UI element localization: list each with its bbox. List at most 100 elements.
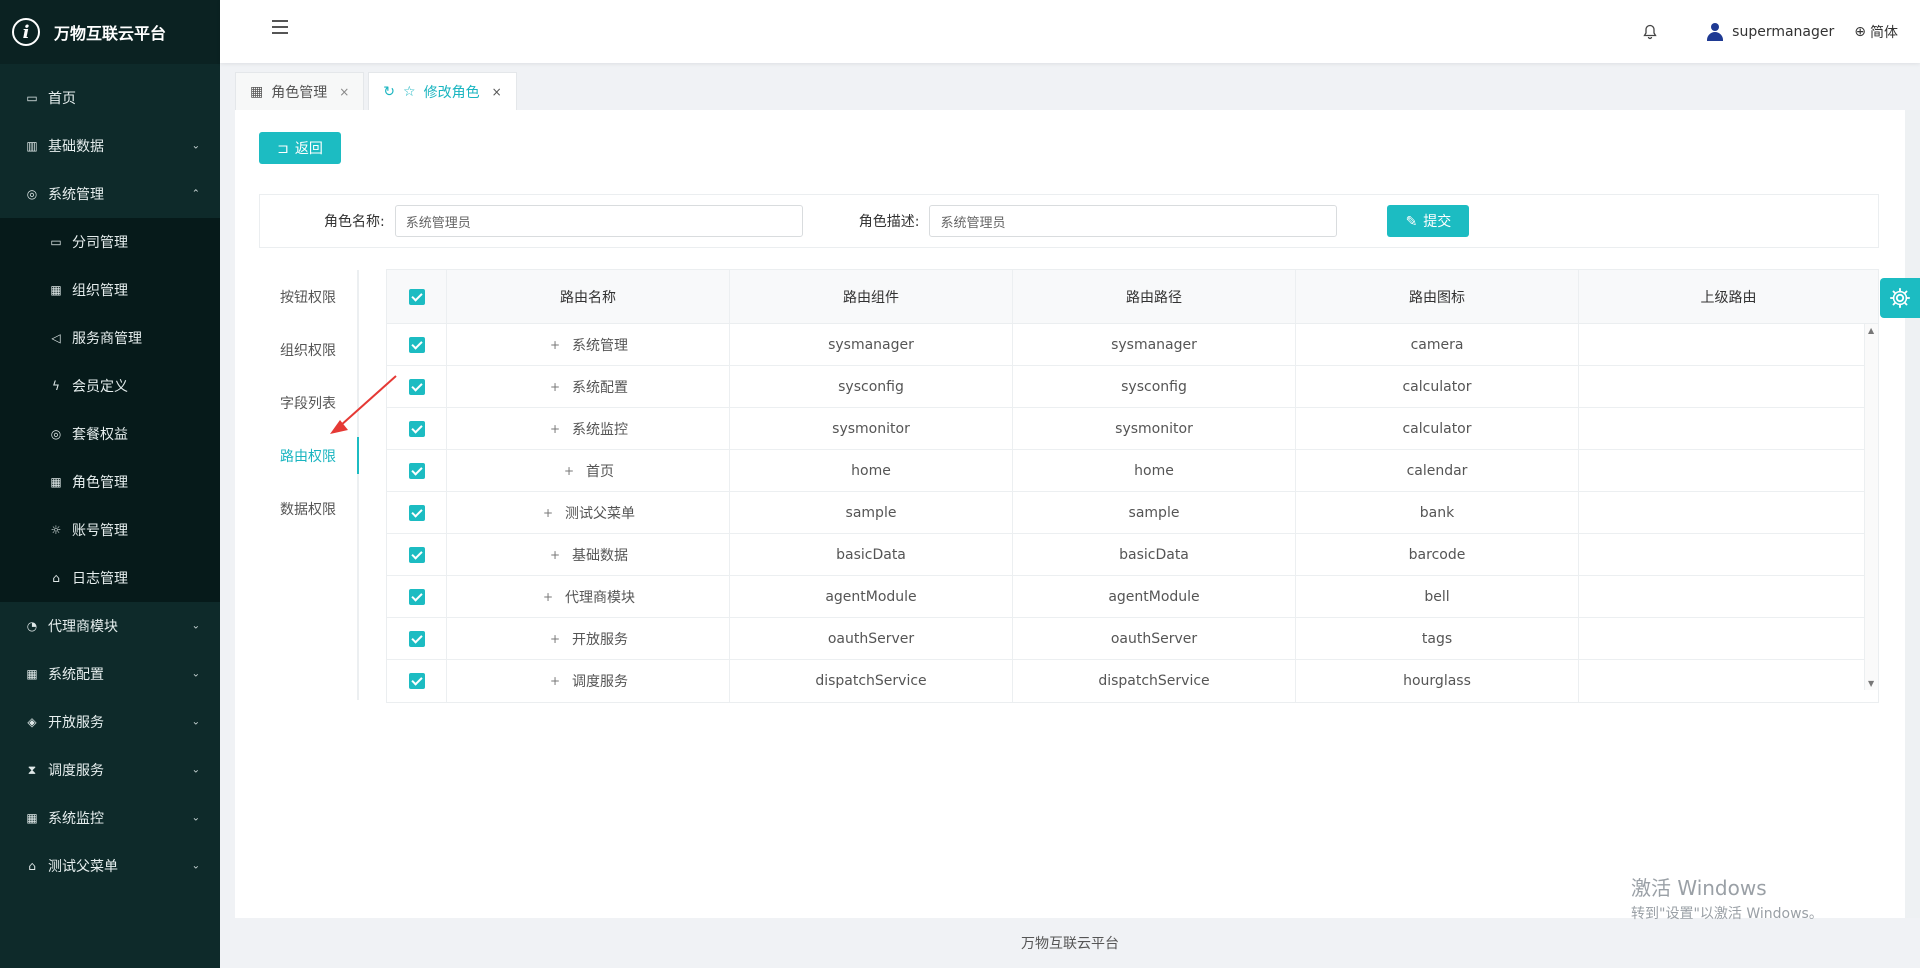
expand-icon[interactable]: + — [548, 380, 562, 394]
sidebar-item-dispatch[interactable]: ⧗ 调度服务 ⌄ — [0, 746, 220, 794]
footer-text: 万物互联云平台 — [1021, 936, 1119, 952]
menu-collapse-icon[interactable] — [268, 20, 290, 40]
route-component: dispatchService — [730, 660, 1013, 702]
row-checkbox[interactable] — [408, 420, 425, 437]
sidebar-item-label: 代理商模块 — [48, 619, 118, 635]
route-parent — [1579, 660, 1864, 702]
table-row[interactable]: + 首页 home home calendar — [387, 450, 1864, 492]
camera-icon: ◎ — [50, 427, 62, 441]
edit-icon: ✎ — [1405, 212, 1418, 229]
sidebar-item-provider[interactable]: ◁ 服务商管理 — [0, 314, 220, 362]
sidebar-item-agent[interactable]: ◔ 代理商模块 ⌄ — [0, 602, 220, 650]
scroll-up-icon[interactable]: ▲ — [1868, 326, 1874, 335]
select-all-cell — [387, 270, 447, 323]
row-checkbox[interactable] — [408, 673, 425, 689]
sidebar-item-label: 会员定义 — [72, 379, 128, 395]
submit-button-label: 提交 — [1423, 213, 1452, 229]
table-row[interactable]: + 测试父菜单 sample sample bank — [387, 492, 1864, 534]
chevron-down-icon: ⌄ — [191, 620, 200, 632]
table-row[interactable]: + 系统配置 sysconfig sysconfig calculator — [387, 366, 1864, 408]
row-checkbox[interactable] — [408, 588, 425, 605]
submit-button[interactable]: ✎ 提交 — [1387, 205, 1470, 237]
route-path: home — [1013, 450, 1296, 491]
sidebar-item-package[interactable]: ◎ 套餐权益 — [0, 410, 220, 458]
chevron-up-icon: ⌃ — [191, 188, 200, 200]
role-name-input[interactable]: 系统管理员 — [394, 205, 803, 237]
row-checkbox[interactable] — [408, 378, 425, 395]
annotation-arrow — [330, 375, 397, 434]
table-row[interactable]: + 开放服务 oauthServer oauthServer tags — [387, 618, 1864, 660]
route-component: basicData — [730, 534, 1013, 575]
tab-edit-role[interactable]: ↻ ☆ 修改角色 × — [368, 72, 517, 110]
table-row[interactable]: + 系统管理 sysmanager sysmanager camera — [387, 324, 1864, 366]
chevron-down-icon: ⌄ — [191, 764, 200, 776]
calculator-icon: ▦ — [26, 811, 38, 825]
table-scrollbar[interactable]: ▲ ▼ — [1864, 324, 1878, 690]
sidebar-item-system-management[interactable]: ◎ 系统管理 ⌃ — [0, 170, 220, 218]
tab-organization-permission[interactable]: 组织权限 — [259, 323, 357, 376]
route-name: 首页 — [586, 463, 614, 480]
language-switch[interactable]: ⊕ 简体 — [1854, 22, 1898, 42]
sidebar-item-label: 系统配置 — [48, 667, 104, 683]
sidebar-item-member[interactable]: ϟ 会员定义 — [0, 362, 220, 410]
route-name-cell: + 系统监控 — [447, 408, 730, 449]
expand-icon[interactable]: + — [548, 338, 562, 352]
sidebar-item-role[interactable]: ▦ 角色管理 — [0, 458, 220, 506]
bug-icon: ☼ — [50, 523, 62, 537]
table-row[interactable]: + 调度服务 dispatchService dispatchService ho… — [387, 660, 1864, 702]
expand-icon[interactable]: + — [541, 506, 555, 520]
close-icon[interactable]: × — [339, 85, 349, 99]
hourglass-icon: ⧗ — [27, 762, 37, 777]
settings-gear-icon[interactable] — [1880, 278, 1920, 318]
expand-icon[interactable]: + — [548, 548, 562, 562]
scroll-down-icon[interactable]: ▼ — [1868, 679, 1874, 688]
expand-icon[interactable]: + — [562, 464, 576, 478]
sidebar-item-home[interactable]: ▭ 首页 — [0, 74, 220, 122]
sidebar-item-label: 日志管理 — [72, 571, 128, 587]
close-icon[interactable]: × — [492, 85, 502, 99]
back-button-label: 返回 — [294, 140, 323, 156]
brand-title: 万物互联云平台 — [54, 24, 167, 43]
tab-data-permission[interactable]: 数据权限 — [259, 482, 357, 535]
sidebar-item-label: 调度服务 — [48, 763, 104, 779]
table-row[interactable]: + 系统监控 sysmonitor sysmonitor calculator — [387, 408, 1864, 450]
sidebar-item-log[interactable]: ⌂ 日志管理 — [0, 554, 220, 602]
sidebar-item-test-parent[interactable]: ⌂ 测试父菜单 ⌄ — [0, 842, 220, 890]
tab-role-management[interactable]: ▦ 角色管理 × — [235, 72, 365, 110]
sidebar-item-open-service[interactable]: ◈ 开放服务 ⌄ — [0, 698, 220, 746]
select-all-checkbox[interactable] — [408, 288, 425, 305]
user-menu[interactable]: supermanager — [1706, 22, 1834, 41]
back-button[interactable]: ⊐ 返回 — [259, 132, 341, 164]
table-row[interactable]: + 代理商模块 agentModule agentModule bell — [387, 576, 1864, 618]
row-checkbox[interactable] — [408, 630, 425, 647]
sidebar-item-branch[interactable]: ▭ 分司管理 — [0, 218, 220, 266]
row-checkbox[interactable] — [408, 546, 425, 563]
row-checkbox[interactable] — [408, 504, 425, 521]
bell-icon[interactable] — [1642, 24, 1658, 40]
expand-icon[interactable]: + — [548, 674, 562, 688]
main-content: ⊐ 返回 角色名称: 系统管理员 角色描述: 系统管理员 ✎ 提交 按钮权限 组… — [235, 110, 1905, 918]
expand-icon[interactable]: + — [548, 632, 562, 646]
role-desc-input[interactable]: 系统管理员 — [929, 205, 1338, 237]
sidebar-item-basic-data[interactable]: ▥ 基础数据 ⌄ — [0, 122, 220, 170]
sidebar-item-system-config[interactable]: ▦ 系统配置 ⌄ — [0, 650, 220, 698]
sidebar-item-label: 开放服务 — [48, 715, 104, 731]
expand-icon[interactable]: + — [541, 590, 555, 604]
sidebar-item-label: 服务商管理 — [72, 331, 142, 347]
row-checkbox[interactable] — [408, 462, 425, 479]
sidebar-item-monitor[interactable]: ▦ 系统监控 ⌄ — [0, 794, 220, 842]
expand-icon[interactable]: + — [548, 422, 562, 436]
top-header: supermanager ⊕ 简体 — [220, 0, 1920, 63]
chevron-down-icon: ⌄ — [191, 860, 200, 872]
tab-button-permission[interactable]: 按钮权限 — [259, 270, 357, 323]
row-check-cell — [387, 618, 447, 659]
row-check-cell — [387, 660, 447, 702]
refresh-icon[interactable]: ↻ — [383, 84, 395, 100]
route-component: sysmonitor — [730, 408, 1013, 449]
table-row[interactable]: + 基础数据 basicData basicData barcode — [387, 534, 1864, 576]
sidebar-item-organization[interactable]: ▦ 组织管理 — [0, 266, 220, 314]
sidebar-item-account[interactable]: ☼ 账号管理 — [0, 506, 220, 554]
calculator-icon: ▦ — [50, 475, 62, 489]
brand[interactable]: i 万物互联云平台 — [0, 0, 220, 64]
row-checkbox[interactable] — [408, 336, 425, 353]
